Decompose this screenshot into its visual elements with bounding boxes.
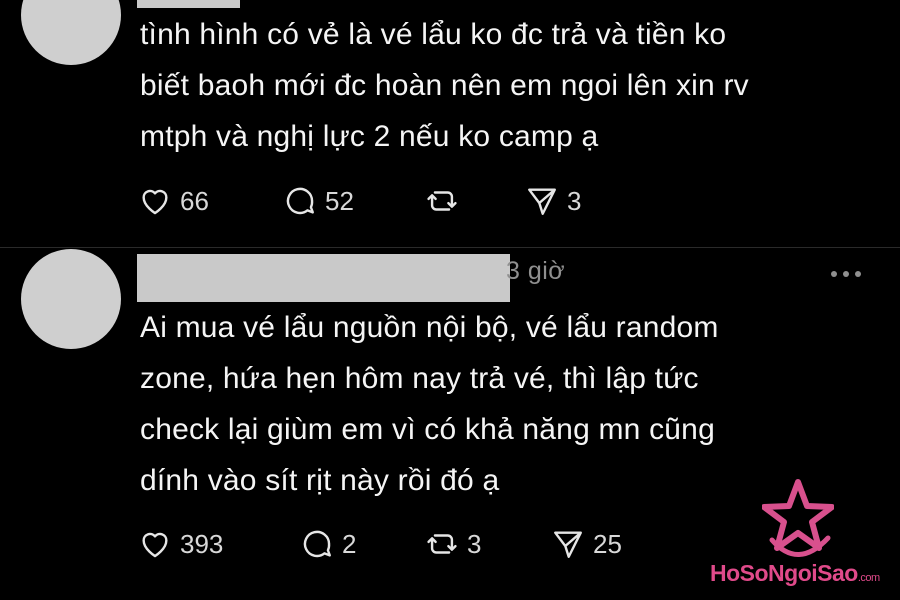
- watermark: HoSoNgoiSao.com: [700, 478, 900, 600]
- like-count: 393: [180, 528, 224, 559]
- watermark-text: HoSoNgoiSao.com: [710, 560, 880, 587]
- post-timestamp: 3 giờ: [506, 257, 566, 285]
- post-text-line: mtph và nghị lực 2 nếu ko camp ạ: [140, 120, 599, 153]
- like-button[interactable]: 393: [138, 524, 223, 564]
- more-options-button[interactable]: [831, 259, 861, 289]
- share-icon: [528, 188, 556, 215]
- repost-icon: [427, 534, 457, 554]
- redacted-username: [137, 0, 240, 8]
- share-icon: [554, 531, 582, 558]
- share-count: 25: [593, 528, 622, 559]
- star-logo-icon: [762, 479, 834, 557]
- reply-count: 52: [325, 185, 354, 216]
- comment-icon: [286, 187, 314, 215]
- post-text-line: Ai mua vé lẩu nguồn nội bộ, vé lẩu rando…: [140, 311, 719, 344]
- avatar[interactable]: [21, 249, 121, 349]
- more-icon-dot: [843, 271, 849, 277]
- post-text-line: check lại giùm em vì có khả năng mn cũng: [140, 413, 715, 446]
- comment-icon: [303, 530, 331, 558]
- reply-button[interactable]: 52: [283, 181, 354, 221]
- post-text-line: zone, hứa hẹn hôm nay trả vé, thì lập tứ…: [140, 362, 699, 395]
- heart-icon: [142, 189, 168, 215]
- repost-button[interactable]: [425, 181, 459, 221]
- share-count: 3: [567, 185, 582, 216]
- post-text-line: tình hình có vẻ là vé lẩu ko đc trả và t…: [140, 18, 727, 51]
- more-icon-dot: [831, 271, 837, 277]
- reply-count: 2: [342, 528, 357, 559]
- avatar[interactable]: [21, 0, 121, 65]
- reply-button[interactable]: 2: [300, 524, 356, 564]
- redacted-username: [137, 254, 510, 302]
- share-button[interactable]: 25: [551, 524, 622, 564]
- post-text: tình hình có vẻ là vé lẩu ko đc trả và t…: [140, 9, 860, 162]
- post-1: tình hình có vẻ là vé lẩu ko đc trả và t…: [0, 0, 900, 248]
- watermark-brand: HoSoNgoiSao: [710, 560, 858, 586]
- repost-icon: [427, 191, 457, 211]
- repost-count: 3: [467, 528, 482, 559]
- heart-icon: [142, 532, 168, 558]
- like-count: 66: [180, 185, 209, 216]
- post-divider: [0, 247, 900, 248]
- like-button[interactable]: 66: [138, 181, 209, 221]
- more-icon-dot: [855, 271, 861, 277]
- post-text-line: biết baoh mới đc hoàn nên em ngoi lên xi…: [140, 69, 749, 102]
- repost-button[interactable]: 3: [425, 524, 481, 564]
- share-button[interactable]: 3: [525, 181, 581, 221]
- post-text: Ai mua vé lẩu nguồn nội bộ, vé lẩu rando…: [140, 302, 860, 506]
- watermark-suffix: .com: [857, 572, 880, 584]
